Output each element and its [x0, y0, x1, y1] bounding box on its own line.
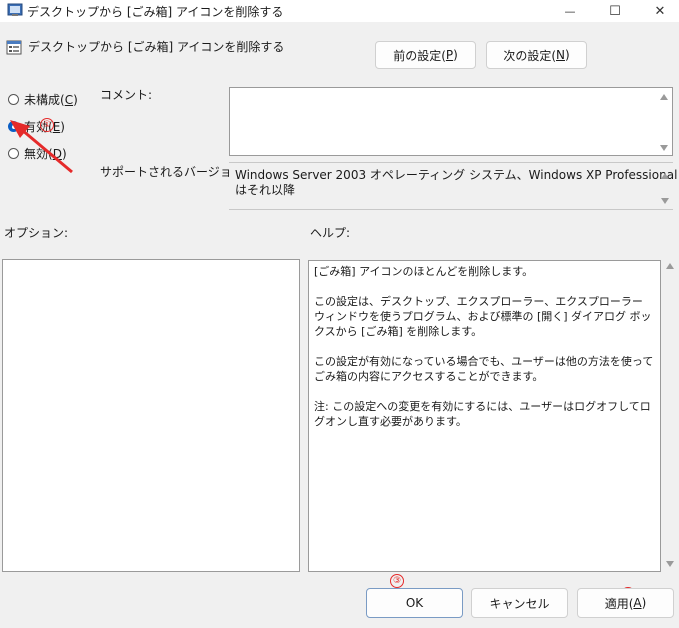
help-paragraph-2: この設定は、デスクトップ、エクスプローラー、エクスプローラー ウィンドウを使うプ… [314, 295, 652, 338]
radio-not-configured-key: C [64, 92, 74, 107]
help-scroll-down-icon[interactable] [666, 561, 674, 567]
prev-setting-button[interactable]: 前の設定(P) [375, 41, 476, 69]
supported-scroll-up-icon[interactable] [661, 173, 669, 179]
supported-box: Windows Server 2003 オペレーティング システム、Window… [229, 162, 679, 210]
help-paragraph-4: 注: この設定への変更を有効にするには、ユーザーはログオフしてログオンし直す必要… [314, 400, 651, 428]
supported-line-2: はそれ以降 [235, 183, 296, 197]
cancel-button[interactable]: キャンセル [471, 588, 568, 618]
next-setting-label: 次の設定( [503, 48, 556, 63]
comment-textarea[interactable] [229, 87, 673, 156]
radio-not-configured-paren: ) [73, 92, 78, 107]
close-icon: ✕ [654, 3, 666, 19]
help-paragraph-3: この設定が有効になっている場合でも、ユーザーは他の方法を使ってごみ箱の内容にアク… [314, 355, 654, 383]
maximize-icon: ☐ [609, 3, 621, 19]
apply-button[interactable]: 適用(A) [577, 588, 674, 618]
prev-setting-key: P [445, 48, 454, 62]
ok-button[interactable]: OK [366, 588, 463, 618]
options-label: オプション: [4, 226, 69, 240]
scroll-down-icon[interactable] [660, 145, 668, 151]
close-button[interactable]: ✕ [637, 0, 679, 22]
comment-label: コメント: [100, 88, 153, 102]
help-scroll-up-icon[interactable] [666, 263, 674, 269]
supported-label: サポートされるバージョン: [100, 165, 248, 179]
supported-scroll-down-icon[interactable] [661, 198, 669, 204]
minimize-icon: — [564, 4, 576, 18]
window-title: デスクトップから [ごみ箱] アイコンを削除する [27, 5, 284, 19]
apply-label: 適用( [604, 596, 634, 611]
supported-line-1: Windows Server 2003 オペレーティング システム、Window… [235, 168, 679, 182]
annotation-arrow-icon [10, 120, 73, 174]
next-setting-key: N [556, 48, 565, 62]
next-setting-button[interactable]: 次の設定(N) [486, 41, 587, 69]
apply-key: A [633, 596, 642, 610]
policy-window-icon [7, 3, 23, 16]
help-label: ヘルプ: [310, 226, 351, 240]
help-pane: [ごみ箱] アイコンのほとんどを削除します。 この設定は、デスクトップ、エクスプ… [308, 260, 661, 572]
radio-not-configured[interactable]: 未構成(C) [8, 91, 78, 108]
minimize-button[interactable]: — [547, 0, 593, 22]
options-pane [2, 259, 300, 572]
maximize-button[interactable]: ☐ [592, 0, 638, 22]
prev-setting-paren: ) [453, 48, 458, 62]
policy-setting-icon [6, 40, 22, 55]
cancel-label: キャンセル [489, 596, 550, 611]
prev-setting-label: 前の設定( [393, 48, 446, 63]
annotation-marker-3: ③ [390, 572, 404, 588]
radio-not-configured-label: 未構成( [24, 93, 65, 107]
help-paragraph-1: [ごみ箱] アイコンのほとんどを削除します。 [314, 265, 534, 278]
radio-not-configured-circle[interactable] [8, 94, 19, 105]
policy-name: デスクトップから [ごみ箱] アイコンを削除する [28, 40, 285, 54]
apply-paren: ) [641, 596, 647, 610]
scroll-up-icon[interactable] [660, 94, 668, 100]
next-setting-paren: ) [564, 48, 570, 62]
ok-label: OK [405, 596, 424, 610]
